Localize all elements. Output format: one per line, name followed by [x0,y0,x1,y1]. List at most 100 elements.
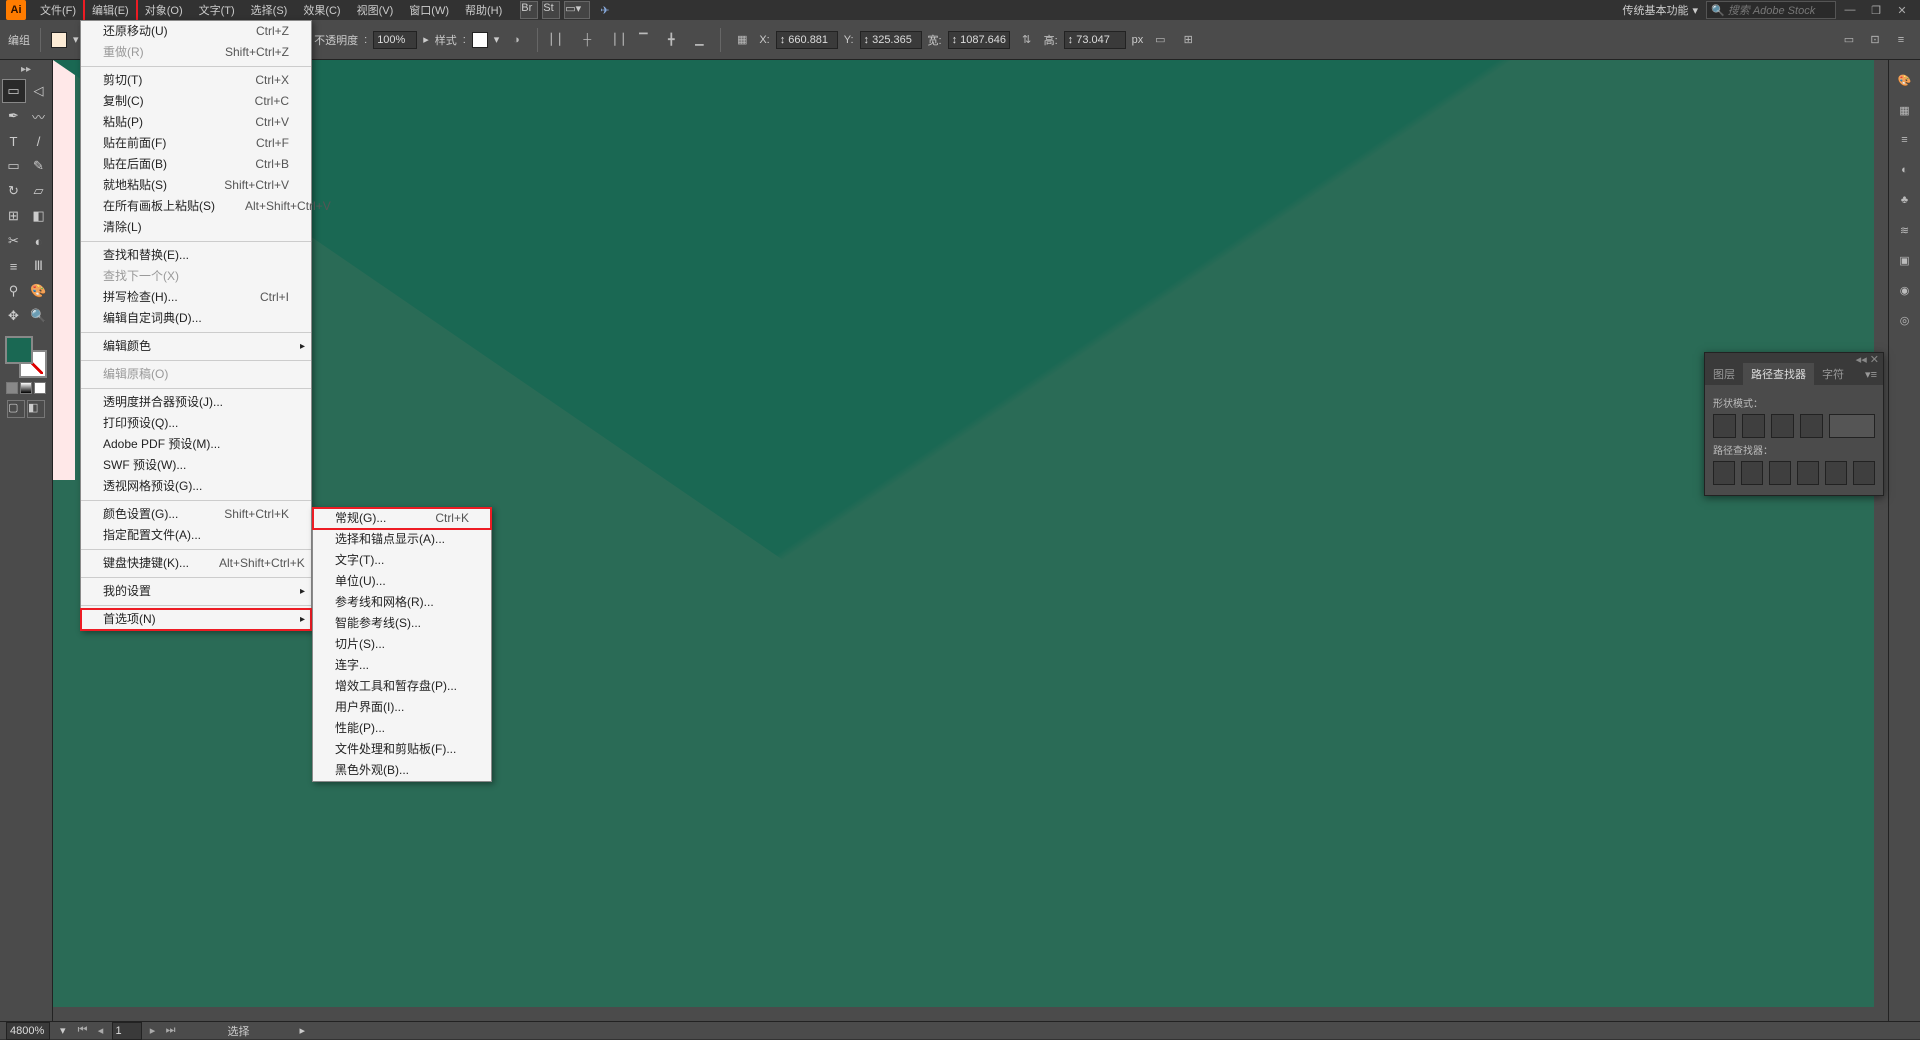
align-vcenter-icon[interactable]: ╋ [660,29,682,51]
control-menu-icon[interactable]: ≡ [1890,29,1912,51]
align-left-icon[interactable]: ▏▏ [548,29,570,51]
dock-appearance-icon[interactable]: ◉ [1895,280,1915,300]
menu-row-9[interactable]: 用户界面(I)... [313,697,491,718]
tool-16[interactable]: ⚲ [2,279,26,303]
menu-row-3[interactable]: 剪切(T)Ctrl+X [81,70,311,91]
link-wh-icon[interactable]: ⇅ [1016,29,1038,51]
menu-row-15[interactable]: 编辑自定词典(D)... [81,308,311,329]
tool-12[interactable]: ✂ [2,229,26,253]
tool-6[interactable]: ▭ [2,154,26,178]
menu-row-34[interactable]: 首选项(N) [81,609,311,630]
menu-row-2[interactable]: 文字(T)... [313,550,491,571]
fill-swatch[interactable] [51,32,67,48]
menu-row-10[interactable]: 性能(P)... [313,718,491,739]
panel-tab-1[interactable]: 路径查找器 [1743,363,1814,385]
menu-row-27[interactable]: 颜色设置(G)...Shift+Ctrl+K [81,504,311,525]
last-artboard-icon[interactable]: ⏭ [164,1024,178,1038]
opacity-input[interactable]: 100% [373,31,417,49]
align-top-icon[interactable]: ▔ [632,29,654,51]
tool-18[interactable]: ✥ [2,304,26,328]
tool-0[interactable]: ▭ [2,79,26,103]
menu-row-12[interactable]: 查找和替换(E)... [81,245,311,266]
minimize-icon[interactable]: — [1838,2,1862,18]
menu-row-9[interactable]: 在所有画板上粘贴(S)Alt+Shift+Ctrl+V [81,196,311,217]
y-input[interactable]: ↕ 325.365 [860,31,922,49]
tool-1[interactable]: ◁ [27,79,51,103]
menu-row-30[interactable]: 键盘快捷键(K)...Alt+Shift+Ctrl+K [81,553,311,574]
menu-row-5[interactable]: 粘贴(P)Ctrl+V [81,112,311,133]
merge-icon[interactable] [1769,461,1791,485]
tool-14[interactable]: ≡ [2,254,26,278]
tool-7[interactable]: ✎ [27,154,51,178]
dock-brushes-icon[interactable]: ≋ [1895,220,1915,240]
color-mode-none[interactable] [34,382,46,394]
dock-stroke-icon[interactable]: ≡ [1895,130,1915,150]
dock-swatches-icon[interactable]: ▦ [1895,100,1915,120]
tool-4[interactable]: T [2,129,26,153]
menu-row-14[interactable]: 拼写检查(H)...Ctrl+I [81,287,311,308]
stock-icon[interactable]: St [542,1,560,19]
trim-icon[interactable] [1741,461,1763,485]
outline-icon[interactable] [1825,461,1847,485]
tool-19[interactable]: 🔍 [27,304,51,328]
bridge-icon[interactable]: Br [520,1,538,19]
panel-tab-0[interactable]: 图层 [1705,363,1743,385]
dock-color-icon[interactable]: 🎨 [1895,70,1915,90]
menu-row-7[interactable]: 贴在后面(B)Ctrl+B [81,154,311,175]
fill-color[interactable] [5,336,33,364]
status-menu-icon[interactable]: ▸ [300,1024,306,1037]
crop-icon[interactable] [1797,461,1819,485]
menu-row-3[interactable]: 单位(U)... [313,571,491,592]
shape-props-icon[interactable]: ▭ [1149,29,1171,51]
align-right-icon[interactable]: ▕▕ [604,29,626,51]
color-mode-solid[interactable] [6,382,18,394]
minus-back-icon[interactable] [1853,461,1875,485]
dock-symbols-icon[interactable]: ♣ [1895,190,1915,210]
panel-collapse-icon[interactable]: ◂◂ [1856,353,1867,363]
workspace-switcher[interactable]: 传统基本功能▾ [1614,0,1706,21]
menu-row-11[interactable]: 文件处理和剪贴板(F)... [313,739,491,760]
edit-contents-icon[interactable]: ⊡ [1864,29,1886,51]
menu-item-5[interactable]: 效果(C) [295,0,348,21]
menu-item-6[interactable]: 视图(V) [349,0,402,21]
recolor-icon[interactable]: ◑ [505,29,527,51]
menu-row-6[interactable]: 切片(S)... [313,634,491,655]
close-window-icon[interactable]: ✕ [1890,2,1914,18]
x-input[interactable]: ↕ 660.881 [776,31,838,49]
menu-row-21[interactable]: 透明度拼合器预设(J)... [81,392,311,413]
dock-gradient-icon[interactable]: ◐ [1895,160,1915,180]
menu-row-25[interactable]: 透视网格预设(G)... [81,476,311,497]
menu-row-0[interactable]: 还原移动(U)Ctrl+Z [81,21,311,42]
menu-row-8[interactable]: 增效工具和暂存盘(P)... [313,676,491,697]
expand-button[interactable] [1829,414,1875,438]
menu-item-3[interactable]: 文字(T) [191,0,243,21]
style-swatch[interactable] [472,32,488,48]
menu-row-10[interactable]: 清除(L) [81,217,311,238]
menu-row-12[interactable]: 黑色外观(B)... [313,760,491,781]
tool-13[interactable]: ◐ [27,229,51,253]
tool-2[interactable]: ✒ [2,104,26,128]
menu-item-0[interactable]: 文件(F) [32,0,84,21]
tool-8[interactable]: ↻ [2,179,26,203]
tool-9[interactable]: ▱ [27,179,51,203]
menu-row-1[interactable]: 选择和锚点显示(A)... [313,529,491,550]
screen-mode-icon[interactable]: ▢ [7,400,25,418]
h-input[interactable]: ↕ 73.047 [1064,31,1126,49]
next-artboard-icon[interactable]: ▸ [146,1024,160,1038]
menu-row-24[interactable]: SWF 预设(W)... [81,455,311,476]
intersect-icon[interactable] [1771,414,1794,438]
prev-artboard-icon[interactable]: ◂ [94,1024,108,1038]
stock-search[interactable]: 🔍 搜索 Adobe Stock [1706,1,1836,19]
minus-front-icon[interactable] [1742,414,1765,438]
dock-graphic-styles-icon[interactable]: ◎ [1895,310,1915,330]
zoom-input[interactable]: 4800% [6,1022,50,1040]
menu-row-32[interactable]: 我的设置 [81,581,311,602]
menu-row-4[interactable]: 参考线和网格(R)... [313,592,491,613]
tool-10[interactable]: ⊞ [2,204,26,228]
scrollbar-vertical[interactable] [1874,60,1888,1021]
draw-mode-icon[interactable]: ◧ [27,400,45,418]
menu-item-4[interactable]: 选择(S) [243,0,296,21]
menu-item-1[interactable]: 编辑(E) [84,0,137,21]
menu-row-7[interactable]: 连字... [313,655,491,676]
menu-row-8[interactable]: 就地粘贴(S)Shift+Ctrl+V [81,175,311,196]
